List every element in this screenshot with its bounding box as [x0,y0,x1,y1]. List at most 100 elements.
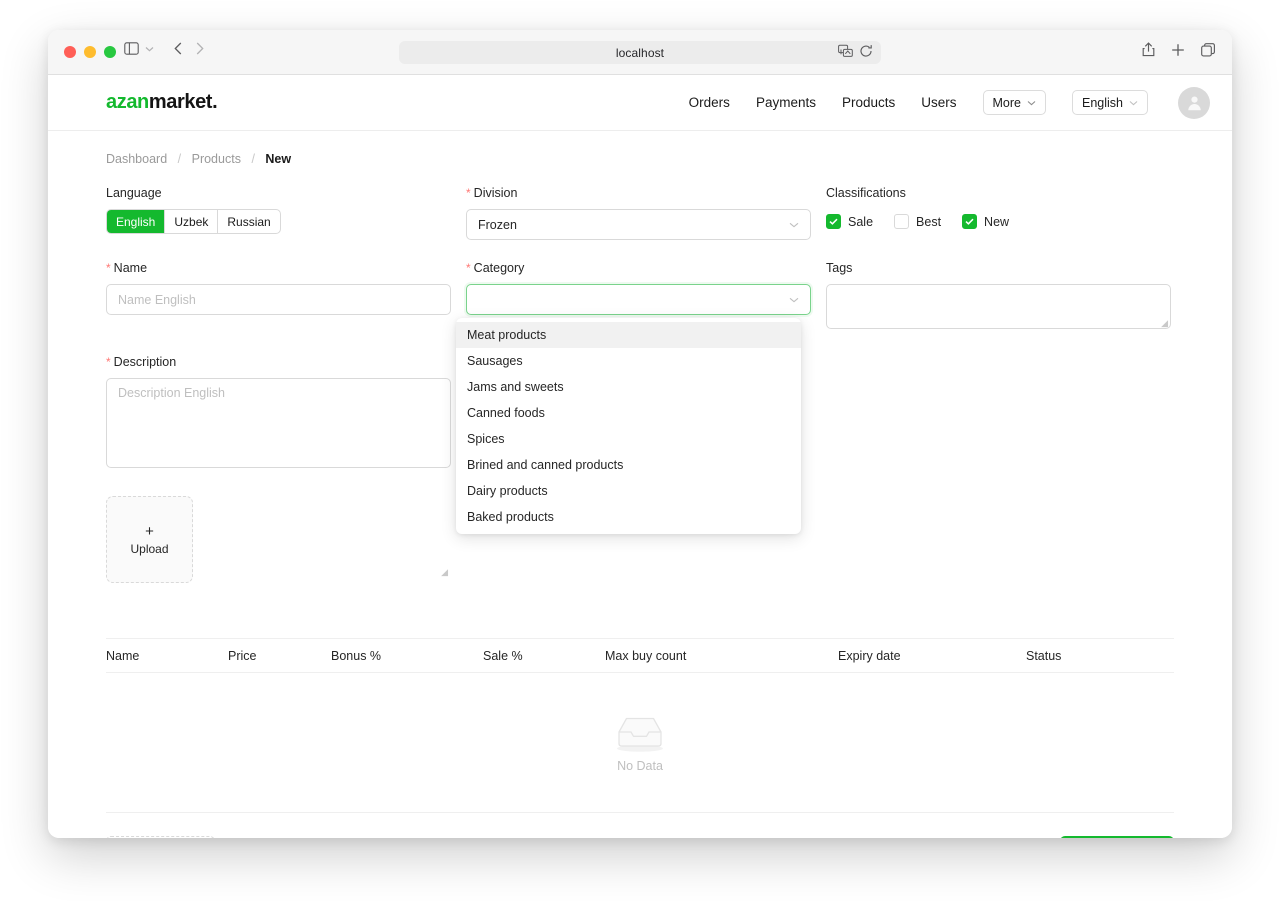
add-product-button[interactable]: Add product [1060,836,1174,838]
category-dropdown-menu: Meat products Sausages Jams and sweets C… [456,318,801,534]
language-segmented-control: English Uzbek Russian [106,209,281,234]
description-textarea[interactable] [106,378,451,468]
category-option-canned-foods[interactable]: Canned foods [456,400,801,426]
checkbox-new-label: New [984,215,1009,229]
category-option-meat-products[interactable]: Meat products [456,322,801,348]
user-avatar-icon [1185,93,1204,112]
language-field: Language English Uzbek Russian [106,186,451,240]
avatar[interactable] [1178,87,1210,119]
empty-state-text: No Data [617,759,663,773]
resize-handle-icon[interactable]: ◢ [441,567,448,578]
column-header-price: Price [228,639,331,672]
logo-text-black: market. [149,91,217,113]
description-label: Description [106,355,451,369]
app-logo[interactable]: azanmarket. [106,91,217,114]
classifications-label: Classifications [826,186,1171,200]
browser-titlebar: localhost [48,30,1232,75]
form-footer: Add option Add product [106,812,1174,838]
column-header-expiry-date: Expiry date [838,639,1026,672]
chevron-down-icon [1027,100,1036,106]
tab-overview-icon[interactable] [1201,43,1216,57]
column-header-actions [1141,639,1173,672]
nav-item-payments[interactable]: Payments [756,95,816,110]
chevron-down-icon [1129,100,1138,106]
chevron-down-icon [789,222,799,228]
check-icon [829,218,838,225]
checkbox-new-box[interactable] [962,214,977,229]
resize-handle-icon[interactable]: ◢ [1161,318,1168,329]
nav-item-products[interactable]: Products [842,95,895,110]
upload-dropzone[interactable]: + Upload [106,496,193,583]
category-label: Category [466,261,811,275]
checkbox-sale-box[interactable] [826,214,841,229]
language-option-uzbek[interactable]: Uzbek [165,210,218,233]
empty-box-icon [611,712,669,754]
classifications-field: Classifications Sale Best [826,186,1171,240]
main-navigation: Orders Payments Products Users More Engl… [689,87,1210,119]
breadcrumb-separator: / [251,152,254,166]
nav-item-users[interactable]: Users [921,95,956,110]
breadcrumb-item-products[interactable]: Products [192,152,241,166]
table-empty-state: No Data [106,673,1174,812]
chevron-down-icon [789,297,799,303]
language-option-english[interactable]: English [107,210,165,233]
category-option-brined-and-canned-products[interactable]: Brined and canned products [456,452,801,478]
category-option-baked-products[interactable]: Baked products [456,504,801,530]
breadcrumb-separator: / [178,152,181,166]
forward-arrow-icon[interactable] [196,42,204,55]
maximize-window-button[interactable] [104,46,116,58]
translate-icon[interactable] [838,44,853,58]
breadcrumb: Dashboard / Products / New [106,152,1174,166]
reload-icon[interactable] [859,44,873,58]
checkbox-new[interactable]: New [962,214,1009,229]
language-option-russian[interactable]: Russian [218,210,279,233]
checkbox-best-box[interactable] [894,214,909,229]
browser-window: localhost [48,30,1232,838]
more-dropdown[interactable]: More [983,90,1046,115]
description-field: Description ◢ + Upload [106,355,451,583]
category-option-dairy-products[interactable]: Dairy products [456,478,801,504]
add-option-button[interactable]: Add option [106,836,215,838]
checkbox-sale[interactable]: Sale [826,214,873,229]
plus-icon[interactable] [1171,43,1185,57]
app-header: azanmarket. Orders Payments Products Use… [48,75,1232,131]
chevron-down-icon[interactable] [145,46,154,52]
check-icon [965,218,974,225]
column-header-bonus: Bonus % [331,639,483,672]
url-text: localhost [616,46,664,60]
column-header-name: Name [106,639,228,672]
category-select[interactable] [466,284,811,315]
table-header-row: Name Price Bonus % Sale % Max buy count … [106,639,1174,673]
name-label: Name [106,261,451,275]
upload-label: Upload [130,542,168,556]
breadcrumb-item-dashboard[interactable]: Dashboard [106,152,167,166]
window-traffic-lights [64,46,116,58]
name-input[interactable] [106,284,451,315]
category-option-jams-and-sweets[interactable]: Jams and sweets [456,374,801,400]
plus-icon: + [145,524,154,539]
language-label: Language [106,186,451,200]
division-label: Division [466,186,811,200]
nav-item-orders[interactable]: Orders [689,95,730,110]
options-table: Name Price Bonus % Sale % Max buy count … [106,638,1174,812]
category-option-sausages[interactable]: Sausages [456,348,801,374]
language-dropdown-label: English [1082,96,1123,110]
app-content: azanmarket. Orders Payments Products Use… [48,75,1232,838]
sidebar-icon[interactable] [124,42,139,55]
close-window-button[interactable] [64,46,76,58]
checkbox-sale-label: Sale [848,215,873,229]
division-select[interactable]: Frozen [466,209,811,240]
back-arrow-icon[interactable] [174,42,182,55]
language-dropdown[interactable]: English [1072,90,1148,115]
minimize-window-button[interactable] [84,46,96,58]
tags-label: Tags [826,261,1171,275]
category-option-spices[interactable]: Spices [456,426,801,452]
share-icon[interactable] [1142,42,1155,57]
url-bar[interactable]: localhost [399,41,881,64]
column-header-sale: Sale % [483,639,605,672]
classifications-checkbox-group: Sale Best New [826,209,1171,234]
checkbox-best[interactable]: Best [894,214,941,229]
breadcrumb-item-current: New [265,152,291,166]
tags-textarea[interactable] [826,284,1171,329]
checkbox-best-label: Best [916,215,941,229]
